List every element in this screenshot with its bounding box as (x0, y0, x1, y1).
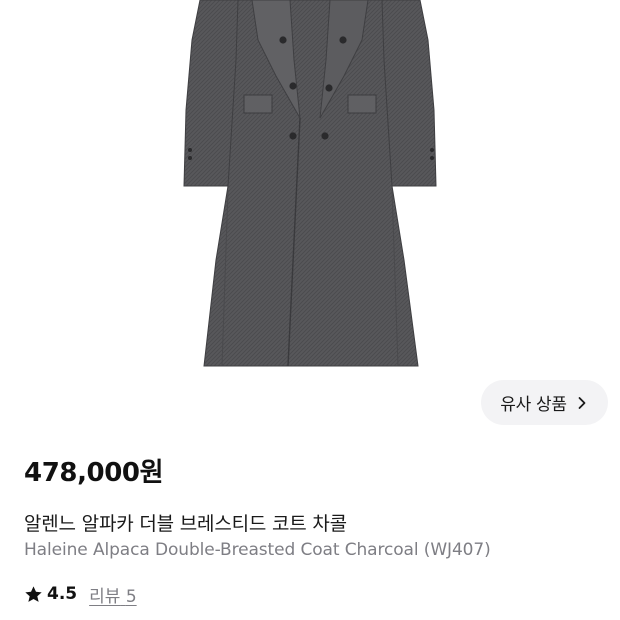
review-link[interactable]: 리뷰 5 (89, 582, 137, 607)
product-title-korean: 알렌느 알파카 더블 브레스티드 코트 차콜 (24, 513, 347, 535)
coat-illustration (183, 0, 437, 367)
rating-row: 4.5 리뷰 5 (24, 582, 137, 607)
product-title-english: Haleine Alpaca Double-Breasted Coat Char… (24, 540, 491, 560)
chevron-right-icon (575, 396, 589, 410)
similar-products-button[interactable]: 유사 상품 (481, 380, 608, 425)
coat-right-pocket (347, 94, 377, 114)
coat-left-pocket (243, 94, 273, 114)
review-label: 리뷰 (89, 586, 121, 607)
product-image[interactable] (0, 0, 620, 372)
review-count: 5 (125, 586, 137, 607)
star-icon (24, 585, 43, 604)
product-price: 478,000원 (24, 458, 164, 488)
rating-value: 4.5 (47, 584, 78, 604)
product-detail-page: 유사 상품 478,000원 알렌느 알파카 더블 브레스티드 코트 차콜 Ha… (0, 0, 620, 620)
similar-products-label: 유사 상품 (500, 395, 567, 415)
